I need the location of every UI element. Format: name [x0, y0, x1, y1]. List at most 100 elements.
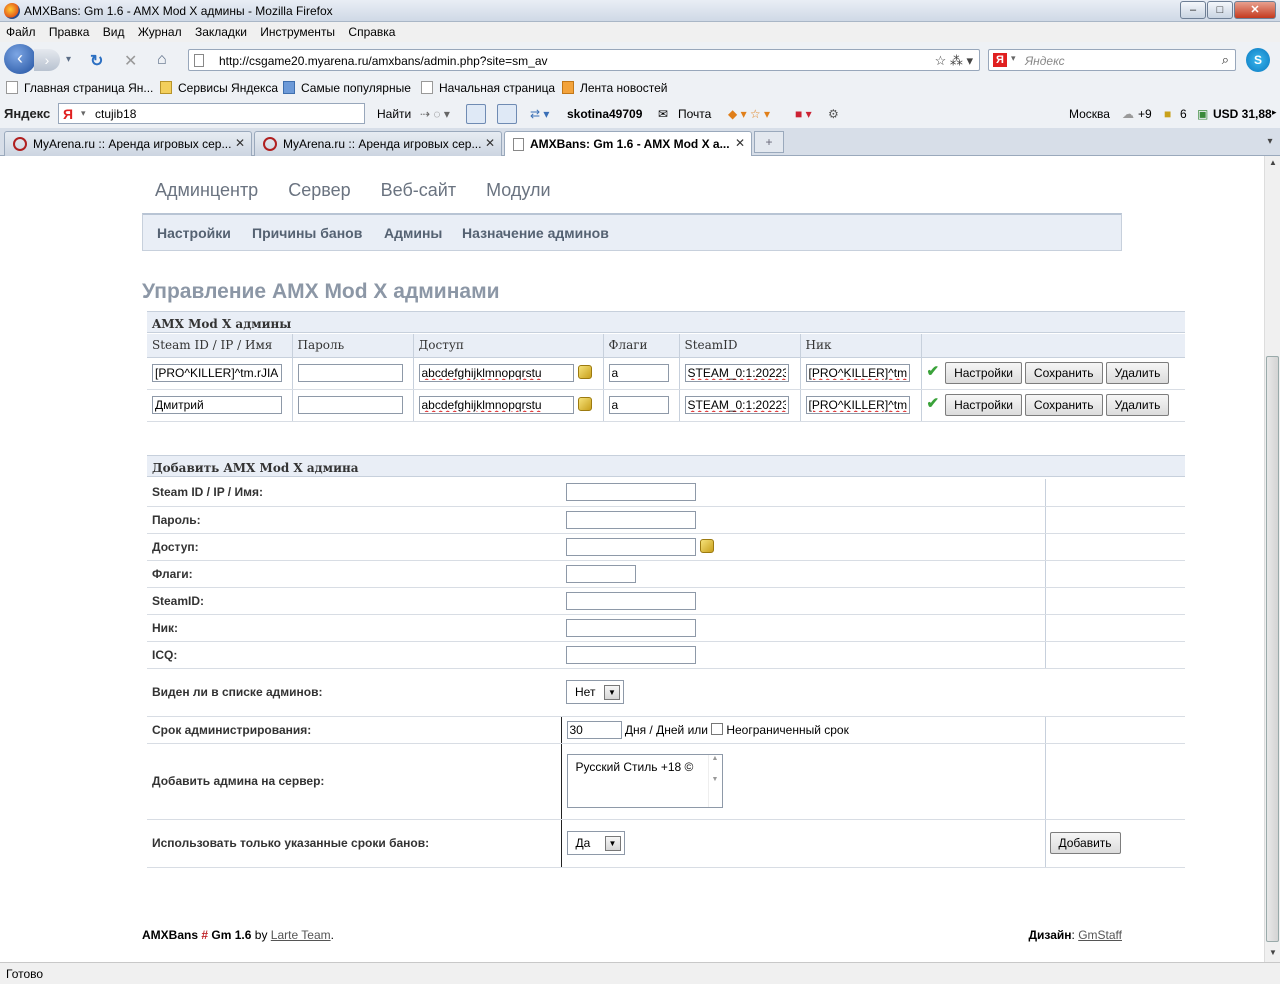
bookmark-yandex-home[interactable]: Главная страница Ян...	[6, 81, 153, 95]
close-tab-icon[interactable]: ✕	[485, 136, 495, 150]
minimize-button[interactable]: –	[1180, 1, 1206, 19]
admin-password-input[interactable]	[297, 364, 403, 382]
tab-myarena-2[interactable]: MyArena.ru :: Аренда игровых сер... ✕	[254, 131, 502, 156]
subnav-settings[interactable]: Настройки	[157, 225, 231, 241]
tab-myarena-1[interactable]: MyArena.ru :: Аренда игровых сер... ✕	[4, 131, 252, 156]
maximize-button[interactable]: □	[1207, 1, 1233, 19]
bookmark-yandex-services[interactable]: Сервисы Яндекса	[160, 81, 278, 95]
chat-icon[interactable]: ⇢ ◌ ▾	[420, 107, 450, 121]
access-picker-icon[interactable]	[700, 538, 714, 553]
menu-tools[interactable]: Инструменты	[254, 22, 339, 39]
translit-icon[interactable]: ⇄ ▾	[530, 107, 549, 121]
yandex-query[interactable]: ctujib18	[95, 107, 136, 121]
admin-flags-input[interactable]	[608, 364, 669, 382]
listbox-scrollbar[interactable]: ▲ ▼	[707, 755, 722, 807]
spellcheck-icon[interactable]	[466, 104, 486, 124]
menu-edit[interactable]: Правка	[43, 22, 94, 39]
nav-modules[interactable]: Модули	[486, 180, 550, 200]
use-periods-select[interactable]: Да ▼	[566, 831, 625, 855]
vertical-scrollbar[interactable]: ▲ ▼	[1264, 156, 1280, 962]
subnav-admins[interactable]: Админы	[384, 225, 442, 241]
access-picker-icon[interactable]	[577, 397, 592, 411]
gear-icon[interactable]: ⚙	[828, 107, 839, 121]
admin-nick-input[interactable]	[805, 396, 910, 414]
find-button[interactable]: Найти	[377, 107, 411, 121]
menu-help[interactable]: Справка	[342, 22, 399, 39]
new-steamid-input[interactable]	[566, 591, 696, 610]
new-nick-input[interactable]	[566, 618, 696, 637]
forward-icon[interactable]: ›	[34, 49, 60, 71]
home-icon[interactable]: ⌂	[157, 51, 167, 69]
search-input[interactable]: Яндекс	[1025, 54, 1065, 68]
delete-button[interactable]: Удалить	[1105, 394, 1170, 416]
admin-flags-input[interactable]	[608, 396, 669, 414]
close-window-button[interactable]: ✕	[1234, 1, 1276, 19]
admin-steamid-input[interactable]	[684, 396, 789, 414]
menu-bookmarks[interactable]: Закладки	[189, 22, 251, 39]
admin-access-input[interactable]	[418, 396, 574, 414]
mail-icon[interactable]: ✉	[658, 107, 668, 121]
subnav-assign-admins[interactable]: Назначение админов	[462, 225, 609, 241]
yandex-user[interactable]: skotina49709	[567, 107, 642, 121]
menu-history[interactable]: Журнал	[132, 22, 186, 39]
yandex-search-icon[interactable]: Я	[993, 53, 1007, 67]
server-option[interactable]: Русский Стиль +18 ©	[576, 760, 694, 774]
widgets-icon[interactable]: ■ ▾	[795, 107, 812, 121]
footer-design-link[interactable]: GmStaff	[1078, 928, 1122, 942]
visible-select[interactable]: Нет ▼	[566, 680, 624, 704]
settings-button[interactable]: Настройки	[945, 362, 1022, 384]
overflow-chevron-icon[interactable]: ▸	[1272, 107, 1277, 118]
admin-steamid-input[interactable]	[684, 364, 789, 382]
nav-server[interactable]: Сервер	[288, 180, 350, 200]
unlimited-checkbox[interactable]	[710, 722, 723, 735]
tab-list-icon[interactable]: ▾	[1262, 131, 1278, 153]
close-tab-icon[interactable]: ✕	[735, 136, 745, 150]
admin-access-input[interactable]	[418, 364, 574, 382]
delete-button[interactable]: Удалить	[1105, 362, 1170, 384]
engine-dropdown-icon[interactable]: ▾	[1011, 53, 1016, 64]
subnav-ban-reasons[interactable]: Причины банов	[252, 225, 362, 241]
new-password-input[interactable]	[566, 510, 696, 529]
back-icon[interactable]: ‹	[4, 44, 36, 74]
nav-website[interactable]: Веб-сайт	[381, 180, 456, 200]
nav-admin-center[interactable]: Админцентр	[155, 180, 258, 200]
new-flags-input[interactable]	[566, 564, 636, 583]
weather-value[interactable]: +9	[1138, 107, 1152, 121]
new-icq-input[interactable]	[566, 645, 696, 664]
bookmarks-icon[interactable]: ◆ ▾ ☆ ▾	[728, 107, 770, 121]
reload-icon[interactable]: ↻	[90, 51, 103, 71]
search-icon[interactable]: ⌕	[1222, 52, 1229, 68]
admin-id-input[interactable]	[152, 396, 282, 414]
close-tab-icon[interactable]: ✕	[235, 136, 245, 150]
stop-icon[interactable]: ✕	[124, 51, 137, 71]
skype-icon[interactable]: S	[1246, 48, 1270, 72]
tab-amxbans[interactable]: AMXBans: Gm 1.6 - AMX Mod X а... ✕	[504, 131, 752, 157]
bookmark-star-icon[interactable]: ☆ ⁂ ▾	[935, 53, 973, 69]
address-bar[interactable]: http://csgame20.myarena.ru/amxbans/admin…	[188, 49, 980, 71]
url-text[interactable]: http://csgame20.myarena.ru/amxbans/admin…	[219, 54, 548, 68]
scroll-up-icon[interactable]: ▲	[1267, 158, 1279, 170]
mail-link[interactable]: Почта	[678, 107, 711, 121]
new-access-input[interactable]	[566, 537, 696, 556]
save-button[interactable]: Сохранить	[1024, 394, 1103, 416]
yandex-search-field[interactable]: Я ▾ ctujib18	[58, 103, 365, 124]
footer-team-link[interactable]: Larte Team	[271, 928, 331, 942]
menu-view[interactable]: Вид	[97, 22, 129, 39]
access-picker-icon[interactable]	[577, 365, 592, 379]
unlimited-label[interactable]: Неограниченный срок	[726, 723, 849, 737]
server-listbox[interactable]: Русский Стиль +18 © ▲ ▼	[566, 754, 723, 808]
add-admin-button[interactable]: Добавить	[1049, 832, 1121, 854]
settings-button[interactable]: Настройки	[945, 394, 1022, 416]
admin-nick-input[interactable]	[805, 364, 910, 382]
new-id-input[interactable]	[566, 483, 696, 502]
translate-icon[interactable]	[497, 104, 517, 124]
bookmark-most-visited[interactable]: Самые популярные	[283, 81, 411, 95]
save-button[interactable]: Сохранить	[1024, 362, 1103, 384]
scroll-thumb[interactable]	[1266, 356, 1279, 942]
scroll-down-icon[interactable]: ▼	[1267, 948, 1279, 960]
yandex-brand[interactable]: Яндекс	[4, 106, 50, 121]
bookmark-news-feed[interactable]: Лента новостей	[562, 81, 668, 95]
admin-password-input[interactable]	[297, 396, 403, 414]
currency-value[interactable]: USD 31,88	[1213, 107, 1272, 121]
dropdown-icon[interactable]: ▾	[81, 108, 86, 119]
